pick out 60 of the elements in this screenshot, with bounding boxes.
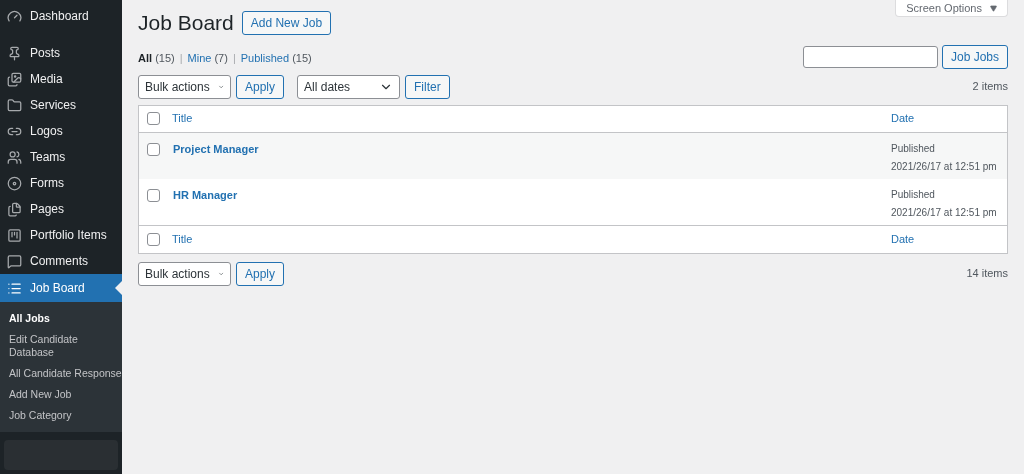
column-header[interactable]: Date	[891, 230, 999, 248]
column-header[interactable]: Title	[172, 230, 891, 248]
gauge-icon	[7, 8, 22, 24]
menu-item[interactable]: Forms	[0, 170, 122, 196]
page-title: Job Board	[138, 10, 234, 36]
menu-item[interactable]: Logos	[0, 118, 122, 144]
job-title-link[interactable]: HR Manager	[173, 186, 891, 203]
apply-button[interactable]: Apply	[236, 261, 285, 286]
column-header[interactable]: Date	[891, 110, 999, 127]
filter-button[interactable]: Filter	[405, 74, 450, 99]
checkbox[interactable]	[147, 142, 160, 156]
apply-button[interactable]: Apply	[236, 74, 285, 99]
menu-item[interactable]: Services	[0, 92, 122, 118]
checkbox[interactable]	[147, 112, 160, 125]
view-link[interactable]: Published (15)	[240, 50, 312, 67]
status-text: Published	[891, 141, 936, 156]
search-button[interactable]: Job Jobs	[941, 44, 1008, 69]
menu-item[interactable]: Teams	[0, 144, 122, 170]
submenu-item[interactable]: All Jobs	[0, 308, 122, 329]
select-dropdown[interactable]: Bulk actions	[138, 261, 231, 286]
caret-icon	[990, 4, 997, 12]
separator: |	[179, 51, 183, 66]
submenu-item[interactable]: Add New Job	[0, 384, 122, 405]
menu-item[interactable]: Job Board	[0, 274, 122, 302]
separator: |	[232, 51, 236, 66]
submenu-item[interactable]: All Candidate Response	[0, 363, 122, 384]
submenu-item[interactable]: Edit Candidate Database	[0, 329, 122, 363]
folder-icon	[7, 97, 22, 113]
comment-icon	[7, 253, 22, 269]
view-link[interactable]: Mine (7)	[187, 50, 228, 67]
people-icon	[7, 149, 22, 165]
menu-item[interactable]: Pages	[0, 196, 122, 222]
pointer-arrow	[115, 281, 122, 295]
search-field[interactable]	[802, 45, 938, 68]
view-link[interactable]: All (15)	[138, 50, 175, 67]
checkbox[interactable]	[147, 188, 160, 202]
add-new-button[interactable]: Add New Job	[241, 10, 332, 35]
select-dropdown[interactable]: All dates	[297, 74, 401, 99]
menu-item[interactable]: Posts	[0, 40, 122, 66]
column-header[interactable]: Title	[172, 110, 891, 127]
pin-icon	[7, 45, 22, 61]
portfolio-icon	[7, 227, 22, 243]
submenu-item[interactable]: Job Category	[0, 405, 122, 426]
date-text: 2021/26/17 at 12:51 pm	[891, 205, 998, 220]
item-count: 14 items	[966, 266, 1008, 282]
status-text: Published	[891, 187, 936, 202]
item-count: 2 items	[972, 79, 1008, 95]
checkbox[interactable]	[147, 232, 160, 246]
menu-item[interactable]: Dashboard	[0, 0, 122, 32]
images-icon	[7, 71, 22, 87]
list-icon	[7, 280, 22, 296]
job-title-link[interactable]: Project Manager	[173, 140, 891, 157]
menu-item[interactable]: Portfolio Items	[0, 222, 122, 248]
date-text: 2021/26/17 at 12:51 pm	[891, 159, 998, 174]
form-icon	[7, 175, 22, 191]
select-dropdown[interactable]: Bulk actions	[138, 74, 231, 99]
menu-item[interactable]: Comments	[0, 248, 122, 274]
screen-options-tab[interactable]: Screen Options	[895, 0, 1008, 17]
pages-icon	[7, 201, 22, 217]
menu-item[interactable]: Media	[0, 66, 122, 92]
